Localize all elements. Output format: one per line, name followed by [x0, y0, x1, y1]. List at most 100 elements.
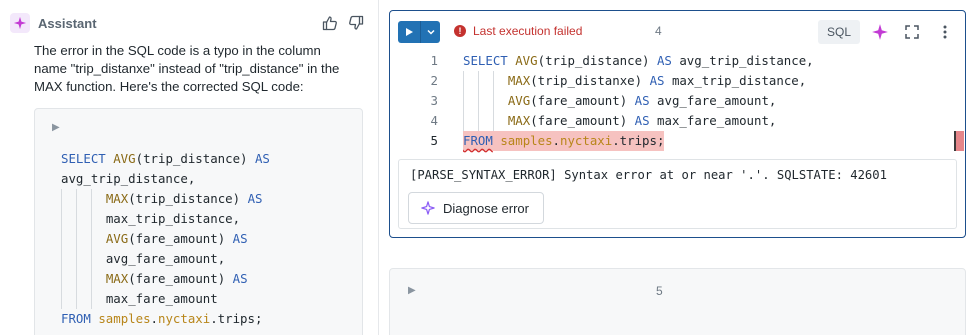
- code-line: MAX(fare_amount) AS max_fare_amount,: [463, 111, 814, 131]
- code-text: SELECT AVG(trip_distance) AS avg_trip_di…: [463, 53, 814, 68]
- code-line: max_trip_distance,: [61, 209, 270, 229]
- code-token: AVG: [113, 151, 136, 166]
- code-line: avg_fare_amount,: [61, 249, 270, 269]
- code-line: AVG(fare_amount) AS avg_fare_amount,: [463, 91, 814, 111]
- line-number: 1: [430, 53, 438, 68]
- run-cell-button[interactable]: [398, 21, 420, 43]
- assistant-header: Assistant: [10, 12, 366, 34]
- indent-guide: [75, 229, 77, 249]
- message-line: name "trip_distanxe" instead of "trip_di…: [34, 61, 340, 76]
- code-token: MAX: [507, 113, 531, 128]
- code-token: samples: [98, 311, 151, 326]
- indent-guide: [61, 289, 62, 309]
- code-token: avg_fare_amount,: [649, 93, 777, 108]
- code-text: MAX(trip_distanxe) AS max_trip_distance,: [463, 73, 806, 88]
- code-text: AVG(fare_amount) AS: [61, 231, 248, 246]
- line-number-gutter: 1 2 3 4 5: [410, 51, 438, 151]
- code-token: AVG: [507, 93, 531, 108]
- language-selector[interactable]: SQL: [818, 20, 860, 44]
- code-token: avg_trip_distance,: [61, 171, 196, 186]
- code-token: AS: [656, 53, 672, 68]
- execution-status: ! Last execution failed: [454, 24, 582, 38]
- indent-guide: [75, 209, 77, 229]
- code-token: (trip_distance): [537, 53, 657, 68]
- code-token: .trips;: [612, 133, 665, 148]
- indent-guide: [477, 111, 479, 131]
- code-token: MAX: [105, 191, 129, 206]
- code-token: SELECT: [61, 151, 114, 166]
- code-token: AVG: [105, 231, 129, 246]
- feedback-buttons: [320, 13, 366, 33]
- play-icon[interactable]: ▶: [52, 122, 60, 133]
- suggested-code: SELECT AVG(trip_distance) AS avg_trip_dis…: [61, 149, 270, 329]
- diagnose-error-button[interactable]: Diagnose error: [408, 192, 544, 224]
- code-token: AS: [634, 113, 650, 128]
- indent-guide: [477, 71, 479, 91]
- code-token: (fare_amount): [530, 93, 635, 108]
- indent-guide: [90, 269, 92, 289]
- code-token: max_trip_distance,: [105, 211, 241, 226]
- indent-guide: [477, 91, 479, 111]
- code-token: FROM: [61, 311, 99, 326]
- code-token: AS: [649, 73, 665, 88]
- line-number: 4: [430, 113, 438, 128]
- code-token: (trip_distance): [135, 151, 255, 166]
- play-icon[interactable]: ▶: [408, 285, 416, 296]
- sparkle-icon[interactable]: [870, 22, 890, 42]
- assistant-title: Assistant: [38, 15, 97, 31]
- code-text: AVG(fare_amount) AS avg_fare_amount,: [463, 93, 777, 108]
- assistant-message: The error in the SQL code is a typo in t…: [34, 42, 354, 96]
- indent-guide: [75, 249, 77, 269]
- code-token: avg_fare_amount,: [105, 251, 226, 266]
- thumbs-down-icon[interactable]: [346, 13, 366, 33]
- code-token: FROM: [463, 133, 493, 148]
- code-line: MAX(fare_amount) AS: [61, 269, 270, 289]
- notebook-cell-5[interactable]: ▶ 5: [389, 268, 966, 335]
- code-token: samples: [500, 133, 553, 148]
- sparkle-icon: [421, 201, 435, 215]
- sparkle-icon: [10, 13, 30, 33]
- error-message: [PARSE_SYNTAX_ERROR] Syntax error at or …: [410, 168, 887, 182]
- code-token: (fare_amount): [128, 271, 233, 286]
- run-options-button[interactable]: [420, 21, 440, 43]
- code-text: MAX(fare_amount) AS: [61, 271, 248, 286]
- code-token: AS: [254, 151, 270, 166]
- code-text: MAX(fare_amount) AS max_fare_amount,: [463, 113, 777, 128]
- indent-guide: [75, 289, 77, 309]
- indent-guide: [463, 91, 464, 111]
- code-token: max_trip_distance,: [664, 73, 807, 88]
- code-token: (fare_amount): [530, 113, 635, 128]
- expand-icon[interactable]: [902, 22, 922, 42]
- code-token: nyctaxi: [560, 133, 613, 148]
- indent-guide: [61, 209, 62, 229]
- notebook-cell-4[interactable]: ! Last execution failed 4 SQL 1 2 3 4 5 …: [389, 10, 966, 238]
- code-token: nyctaxi: [158, 311, 211, 326]
- code-line: MAX(trip_distance) AS: [61, 189, 270, 209]
- code-token: .: [150, 311, 158, 326]
- indent-guide: [61, 269, 62, 289]
- code-token: AS: [232, 271, 248, 286]
- code-text: SELECT AVG(trip_distance) AS: [61, 151, 270, 166]
- code-token: AS: [232, 231, 248, 246]
- chevron-down-icon: [426, 29, 435, 35]
- code-token: (trip_distance): [128, 191, 248, 206]
- kebab-icon[interactable]: [935, 22, 955, 42]
- assistant-panel: Assistant The error in the SQL code is a…: [0, 0, 378, 335]
- line-number: 5: [430, 133, 438, 148]
- code-token: max_fare_amount: [105, 291, 218, 306]
- thumbs-up-icon[interactable]: [320, 13, 340, 33]
- cell-number: 5: [656, 284, 663, 298]
- code-editor[interactable]: SELECT AVG(trip_distance) AS avg_trip_di…: [463, 51, 814, 151]
- code-line: FROM samples.nyctaxi.trips;: [61, 309, 270, 329]
- cell-number: 4: [655, 24, 662, 38]
- code-line: max_fare_amount: [61, 289, 270, 309]
- code-text: max_trip_distance,: [61, 211, 240, 226]
- panel-divider[interactable]: [378, 0, 379, 335]
- execution-status-text: Last execution failed: [473, 24, 583, 38]
- code-token: MAX: [507, 73, 531, 88]
- message-line: MAX function. Here's the corrected SQL c…: [34, 79, 304, 94]
- indent-guide: [463, 71, 464, 91]
- message-line: The error in the SQL code is a typo in t…: [34, 43, 321, 58]
- code-text: FROM samples.nyctaxi.trips;: [463, 131, 665, 151]
- code-token: SELECT: [463, 53, 516, 68]
